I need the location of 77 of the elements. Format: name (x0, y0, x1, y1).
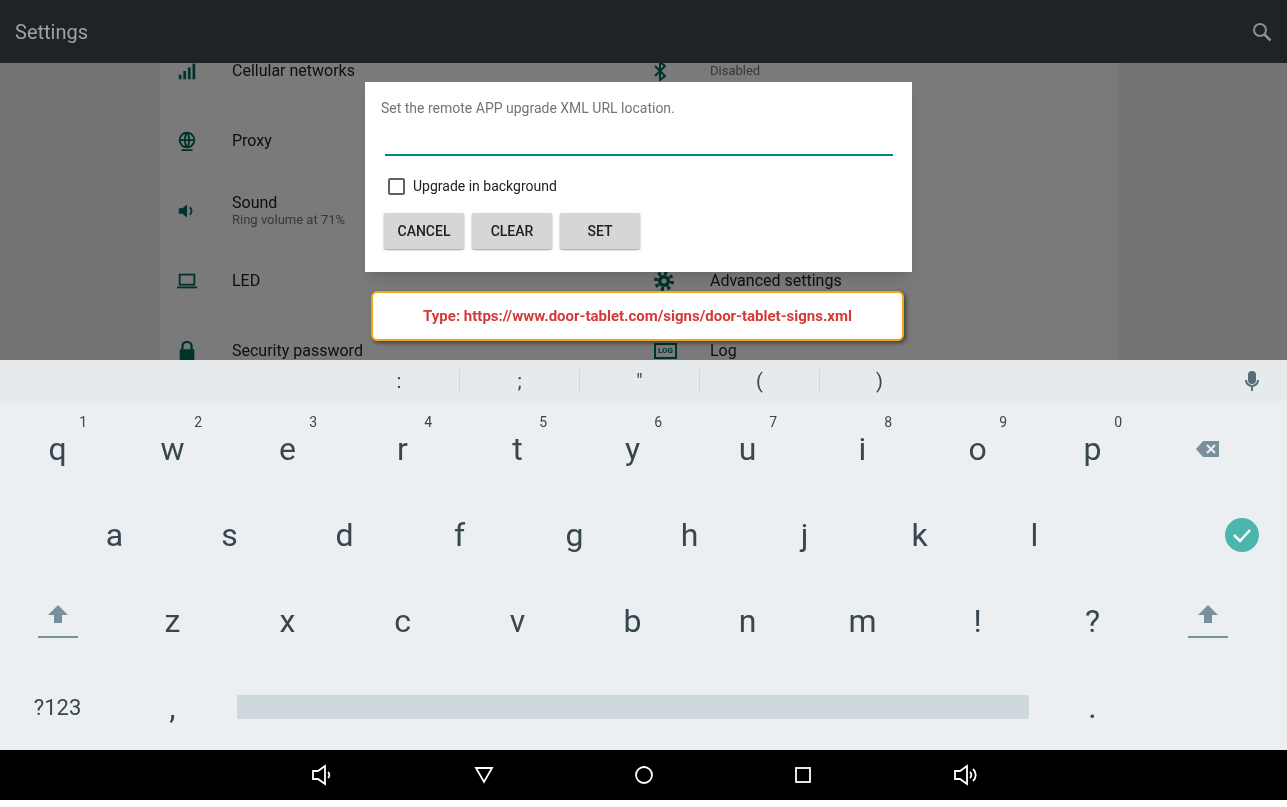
check-circle-icon[interactable] (1224, 517, 1260, 553)
key[interactable]: h (680, 519, 699, 551)
key[interactable]: j (800, 519, 809, 551)
key[interactable]: z (164, 605, 181, 637)
key-hint: 4 (424, 413, 432, 432)
setting-title[interactable]: Advanced settings (710, 272, 842, 290)
key-hint: 7 (769, 413, 777, 432)
key[interactable]: x (279, 605, 296, 637)
setting-title[interactable]: LED (232, 272, 261, 290)
key[interactable]: w (160, 433, 185, 465)
search-icon[interactable] (1252, 21, 1272, 42)
setting-title[interactable]: Proxy (232, 132, 272, 150)
key[interactable]: ? (1084, 605, 1101, 637)
key[interactable]: , (169, 691, 176, 723)
setting-title[interactable]: Log (710, 342, 737, 360)
symbols-key[interactable]: ?123 (33, 690, 82, 724)
setting-title[interactable]: Security password (232, 342, 363, 360)
dialog-button[interactable]: CANCEL (384, 213, 464, 249)
key[interactable]: l (1030, 519, 1039, 551)
key[interactable]: b (623, 605, 642, 637)
key-hint: 2 (194, 413, 202, 432)
shift-key[interactable] (37, 604, 78, 638)
key[interactable]: r (397, 433, 408, 465)
dialog-button[interactable]: CLEAR (472, 213, 552, 249)
recents-icon[interactable] (793, 766, 812, 784)
setting-summary: Disabled (710, 63, 761, 79)
key[interactable]: c (394, 605, 411, 637)
globe-icon (176, 130, 198, 152)
volume-up-icon[interactable] (951, 764, 978, 786)
signal-bars-icon (176, 63, 198, 82)
key[interactable]: f (453, 519, 466, 551)
key[interactable]: d (335, 519, 354, 551)
home-icon[interactable] (633, 765, 654, 785)
key[interactable]: e (279, 433, 296, 465)
suggestion[interactable]: ) (876, 365, 883, 396)
log-icon: LOG (654, 343, 678, 359)
key[interactable]: q (48, 433, 67, 465)
checkbox[interactable] (388, 178, 405, 195)
suggestion[interactable]: : (396, 365, 402, 396)
key[interactable]: . (1088, 691, 1097, 723)
key[interactable]: m (848, 605, 877, 637)
key-hint: 3 (309, 413, 317, 432)
callout-text: Type: https://www.door-tablet.com/signs/door-tablet-signs.xml (423, 305, 852, 327)
key-hint: 8 (884, 413, 892, 432)
key[interactable]: y (624, 433, 641, 465)
key[interactable]: u (738, 433, 757, 465)
setting-summary: Ring volume at 71% (232, 212, 346, 228)
key[interactable]: t (512, 433, 523, 465)
microphone-icon[interactable] (1245, 369, 1259, 392)
key[interactable]: p (1083, 433, 1102, 465)
key-hint: 1 (79, 413, 87, 432)
key-hint: 5 (539, 413, 547, 432)
suggestion[interactable]: ( (756, 365, 763, 396)
setting-title[interactable]: Cellular networks (232, 63, 355, 80)
suggestion[interactable]: ; (517, 365, 522, 396)
key-hint: 0 (1114, 413, 1122, 432)
dialog-message: Set the remote APP upgrade XML URL location. (381, 100, 676, 116)
key[interactable]: k (911, 519, 928, 551)
setting-title[interactable]: Sound (232, 194, 346, 212)
bluetooth-icon (654, 63, 666, 81)
shift-key[interactable] (1187, 604, 1228, 638)
key[interactable]: n (738, 605, 757, 637)
key[interactable]: g (565, 519, 584, 551)
dialog-button[interactable]: SET (560, 213, 640, 249)
key-hint: 9 (999, 413, 1007, 432)
app-bar-title: Settings (15, 18, 89, 46)
key-hint: 6 (654, 413, 662, 432)
key[interactable]: i (858, 433, 867, 465)
back-icon[interactable] (473, 766, 494, 784)
key[interactable]: a (105, 519, 124, 551)
suggestion[interactable]: " (636, 365, 643, 396)
key[interactable]: v (509, 605, 526, 637)
key[interactable]: ! (973, 605, 982, 637)
backspace-icon[interactable] (1194, 439, 1221, 459)
key[interactable]: s (221, 519, 238, 551)
key[interactable]: o (968, 433, 987, 465)
checkbox-label: Upgrade in background (413, 177, 557, 196)
